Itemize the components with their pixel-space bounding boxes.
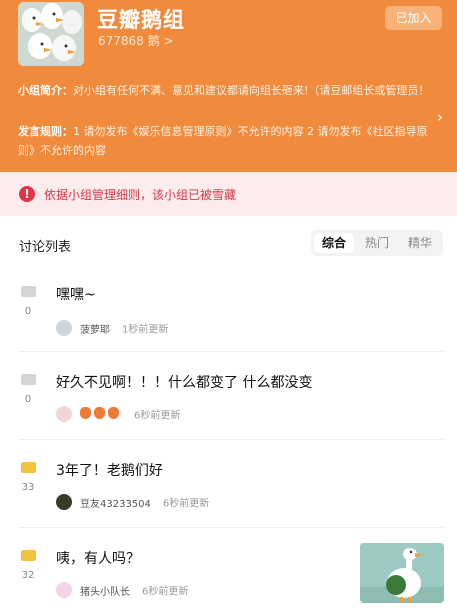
post-item[interactable]: 0 好久不见啊！！！什么都变了 什么都没变 6秒前更新 bbox=[0, 352, 457, 440]
alert-text: 依据小组管理细则，该小组已被雪藏 bbox=[44, 188, 237, 202]
post-item[interactable]: 0 嘿嘿~ 菠萝耶 1秒前更新 bbox=[0, 270, 457, 352]
author-name[interactable]: 菠萝耶 bbox=[80, 325, 110, 336]
tab-overall[interactable]: 综合 bbox=[314, 233, 354, 253]
post-title[interactable]: 嘿嘿~ bbox=[56, 284, 96, 304]
comment-icon bbox=[21, 374, 36, 385]
speaking-rules[interactable]: 发言规则：1 请勿发布《娱乐信息管理原则》不允许的内容 2 请勿发布《社区指导原… bbox=[18, 122, 430, 160]
comment-count: 0 bbox=[24, 394, 32, 405]
group-header: 豆瓣鹅组 677868 鹅 > 已加入 小组简介：对小组有任何不满、意见和建议都… bbox=[0, 0, 457, 172]
chevron-right-icon[interactable]: › bbox=[437, 108, 443, 126]
post-title[interactable]: 3年了！老鹅们好 bbox=[56, 460, 163, 480]
rules-text: 1 请勿发布《娱乐信息管理原则》不允许的内容 2 请勿发布《社区指导原则》不允许… bbox=[18, 125, 428, 157]
reaction-icon bbox=[108, 406, 119, 419]
group-intro[interactable]: 小组简介：对小组有任何不满、意见和建议都请向组长砸来!（请豆邮组长或管理员！有紧… bbox=[18, 81, 423, 100]
post-title[interactable]: 咦，有人吗？ bbox=[56, 548, 140, 568]
post-title[interactable]: 好久不见啊！！！什么都变了 什么都没变 bbox=[56, 372, 312, 392]
comment-count: 0 bbox=[24, 306, 32, 317]
group-avatar[interactable] bbox=[18, 2, 84, 66]
comment-icon bbox=[21, 462, 36, 473]
comment-icon bbox=[21, 286, 36, 297]
post-meta: 6秒前更新 bbox=[56, 406, 180, 422]
update-time: 6秒前更新 bbox=[162, 498, 210, 510]
discussion-list-title: 讨论列表 bbox=[19, 240, 72, 255]
intro-text: 对小组有任何不满、意见和建议都请向组长砸来!（请豆邮组长或管理员！有紧要事务务必… bbox=[73, 84, 423, 97]
update-time: 6秒前更新 bbox=[142, 586, 189, 598]
post-meta: 菠萝耶 1秒前更新 bbox=[56, 320, 168, 336]
rules-label: 发言规则： bbox=[18, 125, 73, 138]
post-item[interactable]: 33 3年了！老鹅们好 豆友43233504 6秒前更新 bbox=[0, 440, 457, 528]
reaction-icons bbox=[80, 406, 122, 422]
post-meta: 猪头小队长 6秒前更新 bbox=[56, 582, 188, 598]
hidden-group-alert: ! 依据小组管理细则，该小组已被雪藏 bbox=[0, 172, 457, 216]
comment-icon bbox=[21, 550, 36, 561]
author-name[interactable]: 豆友43233504 bbox=[80, 499, 151, 510]
post-thumbnail[interactable] bbox=[360, 543, 444, 603]
author-name[interactable]: 猪头小队长 bbox=[80, 587, 130, 598]
intro-label: 小组简介： bbox=[18, 84, 73, 97]
sort-tabs: 综合 热门 精华 bbox=[311, 230, 443, 256]
update-time: 1秒前更新 bbox=[122, 324, 169, 336]
group-name: 豆瓣鹅组 bbox=[97, 8, 185, 32]
member-count[interactable]: 677868 鹅 > bbox=[98, 32, 174, 49]
reaction-icon bbox=[94, 406, 105, 419]
avatar[interactable] bbox=[56, 406, 72, 422]
avatar[interactable] bbox=[56, 320, 72, 336]
avatar[interactable] bbox=[56, 582, 72, 598]
comment-count: 32 bbox=[21, 570, 35, 581]
reaction-icon bbox=[80, 406, 91, 419]
warning-icon: ! bbox=[19, 186, 35, 202]
avatar[interactable] bbox=[56, 494, 72, 510]
post-meta: 豆友43233504 6秒前更新 bbox=[56, 494, 209, 510]
tab-hot[interactable]: 热门 bbox=[357, 233, 397, 253]
update-time: 6秒前更新 bbox=[134, 410, 181, 422]
tab-featured[interactable]: 精华 bbox=[400, 233, 440, 253]
comment-count: 33 bbox=[21, 482, 35, 493]
joined-button[interactable]: 已加入 bbox=[385, 6, 442, 30]
